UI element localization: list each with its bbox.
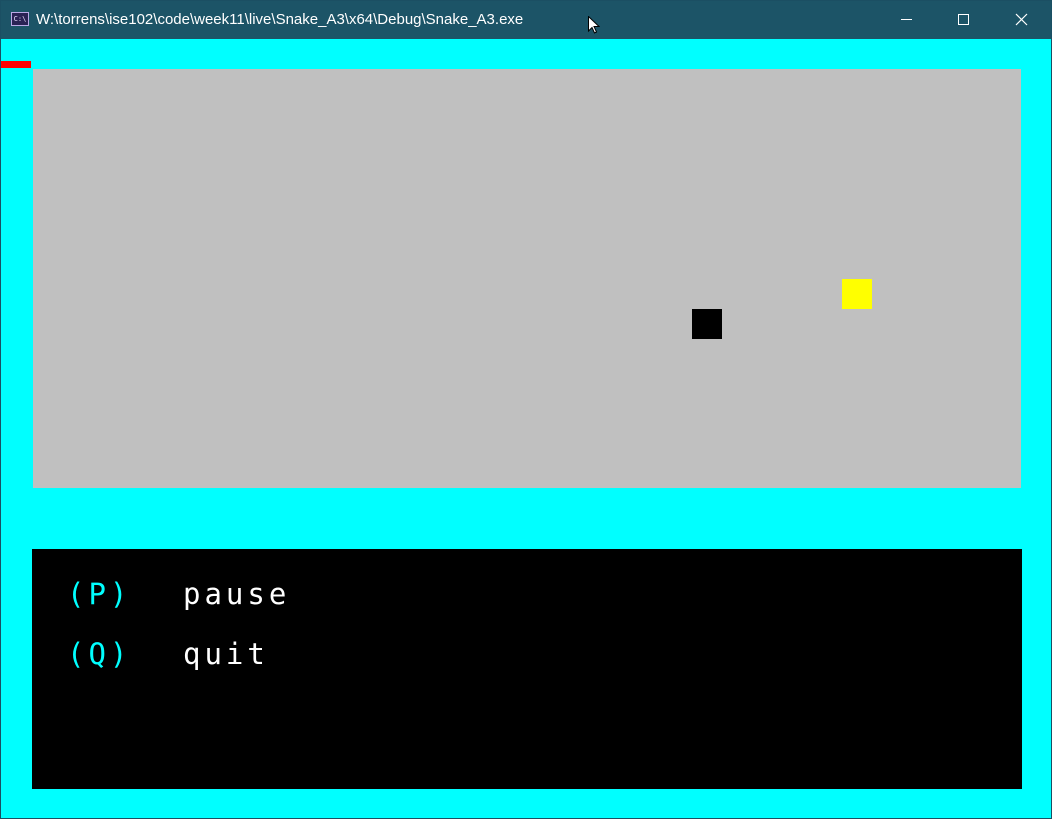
menu-key-pause: (P) xyxy=(67,577,132,611)
food-pellet xyxy=(842,279,872,309)
red-marker xyxy=(1,61,31,68)
menu-label-pause: pause xyxy=(183,577,291,611)
maximize-icon xyxy=(958,14,969,25)
title-bar[interactable]: C:\ W:\torrens\ise102\code\week11\live\S… xyxy=(1,1,1051,39)
controls-menu: (P) pause (Q) quit xyxy=(32,549,1022,789)
window-title: W:\torrens\ise102\code\week11\live\Snake… xyxy=(36,11,524,28)
menu-label-quit: quit xyxy=(183,637,269,671)
menu-item-pause: (P) pause xyxy=(67,577,290,611)
console-window: C:\ W:\torrens\ise102\code\week11\live\S… xyxy=(0,0,1052,819)
minimize-icon xyxy=(901,19,912,20)
mouse-cursor-icon xyxy=(588,16,600,34)
menu-item-quit: (Q) quit xyxy=(67,637,269,671)
close-icon xyxy=(1015,13,1028,26)
snake-head xyxy=(692,309,722,339)
menu-key-quit: (Q) xyxy=(67,637,132,671)
maximize-button[interactable] xyxy=(934,1,992,39)
console-app-icon: C:\ xyxy=(11,12,29,26)
minimize-button[interactable] xyxy=(877,1,935,39)
game-playfield xyxy=(33,69,1021,488)
close-button[interactable] xyxy=(992,1,1050,39)
